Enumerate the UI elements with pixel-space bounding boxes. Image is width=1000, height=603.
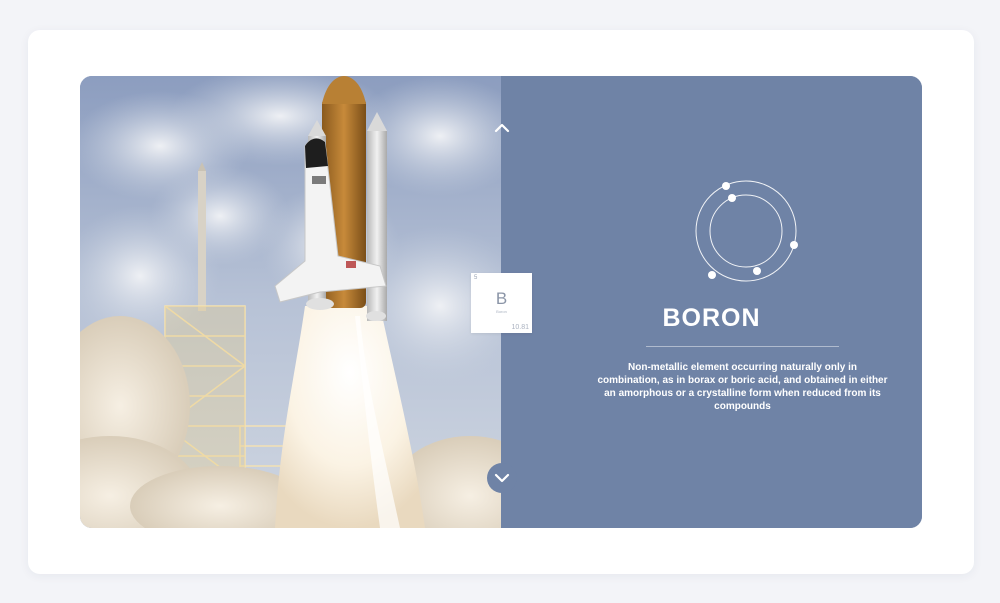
element-title: BORON <box>662 304 761 332</box>
element-chip[interactable]: 5 B Boron 10.81 <box>471 273 532 333</box>
element-description: Non-metallic element occurring naturally… <box>597 362 888 412</box>
divider <box>646 346 839 347</box>
atomic-number: 5 <box>474 275 478 281</box>
previous-element-button[interactable] <box>487 113 517 143</box>
element-name: Boron <box>496 309 507 314</box>
chevron-up-icon <box>494 123 510 133</box>
chevron-down-icon <box>494 473 510 483</box>
atom-orbit-icon <box>695 180 798 282</box>
atomic-mass: 10.81 <box>511 324 529 331</box>
launch-photo <box>80 76 501 528</box>
element-info-panel: BORON Non-metallic element occurring nat… <box>501 76 922 528</box>
element-symbol: B <box>495 289 508 308</box>
next-element-button[interactable] <box>487 463 517 493</box>
